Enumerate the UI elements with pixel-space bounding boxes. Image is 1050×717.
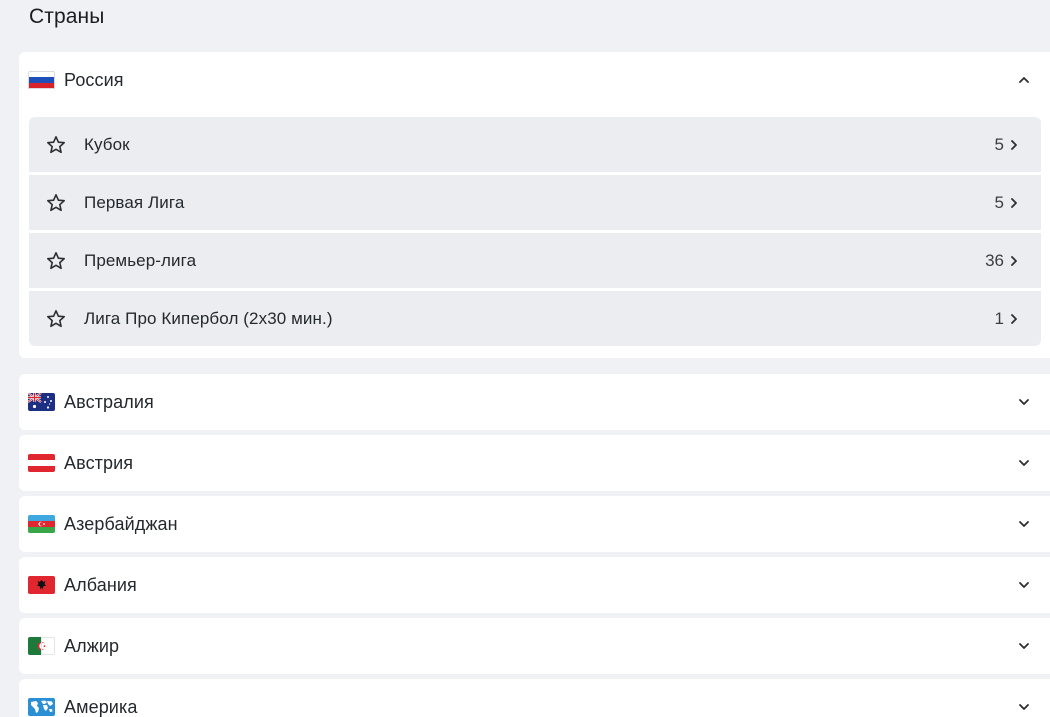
chevron-down-icon[interactable] xyxy=(1018,701,1030,713)
country-name: Россия xyxy=(64,69,124,90)
chevron-right-icon xyxy=(1011,313,1017,324)
australia-flag-icon xyxy=(28,393,55,411)
country-card-australia: Австралия xyxy=(19,374,1050,430)
event-count: 5 xyxy=(994,192,1004,212)
country-card-russia: Россия Кубок 5 Первая Лига 5 Премьер-лиг… xyxy=(19,52,1050,358)
country-name: Алжир xyxy=(64,635,120,656)
chevron-right-icon xyxy=(1011,197,1017,208)
austria-flag-icon xyxy=(28,454,55,472)
country-header-australia[interactable]: Австралия xyxy=(19,374,1050,430)
league-list: Кубок 5 Первая Лига 5 Премьер-лига 36 Ли… xyxy=(19,108,1050,358)
country-name: Австралия xyxy=(64,391,154,412)
star-outline-icon[interactable] xyxy=(46,251,66,271)
chevron-down-icon[interactable] xyxy=(1018,396,1030,408)
league-row[interactable]: Лига Про Кипербол (2x30 мин.) 1 xyxy=(29,291,1041,346)
star-outline-icon[interactable] xyxy=(46,309,66,329)
country-card-azerbaijan: Азербайджан xyxy=(19,496,1050,552)
league-name: Премьер-лига xyxy=(84,250,197,270)
country-list: Россия Кубок 5 Первая Лига 5 Премьер-лиг… xyxy=(19,52,1050,717)
star-outline-icon[interactable] xyxy=(46,193,66,213)
country-header-azerbaijan[interactable]: Азербайджан xyxy=(19,496,1050,552)
page-title: Страны xyxy=(29,5,105,28)
russia-flag-icon xyxy=(28,71,55,89)
countries-page: Страны Россия Кубок 5 Первая Лига 5 Прем… xyxy=(0,0,1050,717)
league-row[interactable]: Кубок 5 xyxy=(29,117,1041,172)
league-name: Кубок xyxy=(84,134,130,154)
country-name: Америка xyxy=(64,696,138,717)
league-name: Лига Про Кипербол (2x30 мин.) xyxy=(84,308,333,328)
star-outline-icon[interactable] xyxy=(46,135,66,155)
country-name: Албания xyxy=(64,574,137,595)
albania-flag-icon xyxy=(28,576,55,594)
country-name: Австрия xyxy=(64,452,134,473)
event-count: 1 xyxy=(994,308,1004,328)
country-card-america: Америка xyxy=(19,679,1050,717)
league-name: Первая Лига xyxy=(84,192,185,212)
chevron-down-icon[interactable] xyxy=(1018,579,1030,591)
event-count: 36 xyxy=(985,250,1004,270)
chevron-down-icon[interactable] xyxy=(1018,518,1030,530)
algeria-flag-icon xyxy=(28,637,55,655)
country-name: Азербайджан xyxy=(64,513,178,534)
country-header-albania[interactable]: Албания xyxy=(19,557,1050,613)
country-header-america[interactable]: Америка xyxy=(19,679,1050,717)
league-row[interactable]: Первая Лига 5 xyxy=(29,175,1041,230)
country-card-albania: Албания xyxy=(19,557,1050,613)
country-header-algeria[interactable]: Алжир xyxy=(19,618,1050,674)
azerbaijan-flag-icon xyxy=(28,515,55,533)
country-header-austria[interactable]: Австрия xyxy=(19,435,1050,491)
league-row[interactable]: Премьер-лига 36 xyxy=(29,233,1041,288)
event-count: 5 xyxy=(994,134,1004,154)
country-header-russia[interactable]: Россия xyxy=(19,52,1050,108)
chevron-up-icon[interactable] xyxy=(1018,74,1030,86)
chevron-down-icon[interactable] xyxy=(1018,640,1030,652)
chevron-right-icon xyxy=(1011,255,1017,266)
country-card-algeria: Алжир xyxy=(19,618,1050,674)
world-map-icon xyxy=(28,698,55,716)
country-card-austria: Австрия xyxy=(19,435,1050,491)
chevron-down-icon[interactable] xyxy=(1018,457,1030,469)
chevron-right-icon xyxy=(1011,139,1017,150)
